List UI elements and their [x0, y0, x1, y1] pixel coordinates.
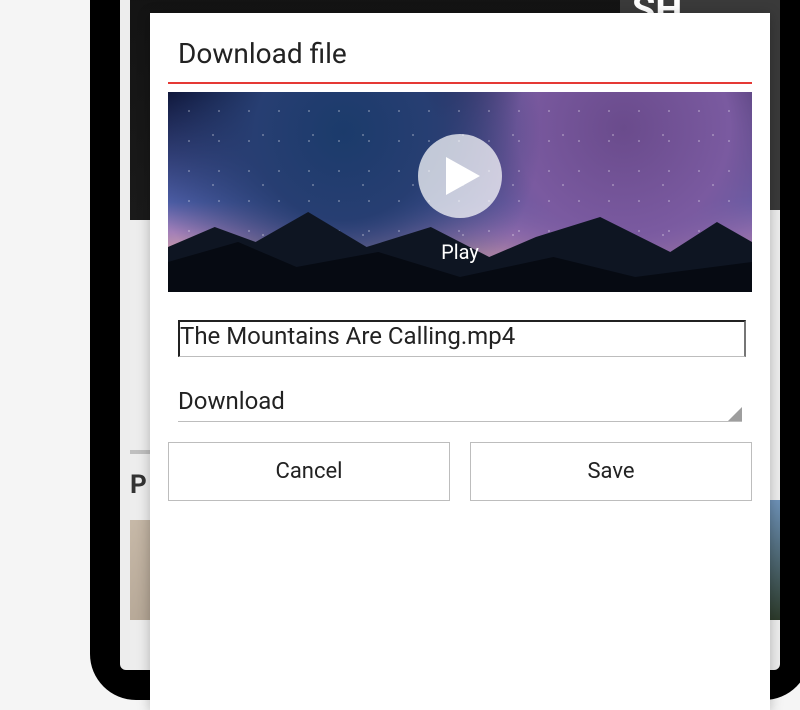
dialog-title: Download file: [150, 13, 770, 82]
destination-select[interactable]: Download: [178, 387, 742, 422]
play-button[interactable]: [418, 134, 502, 218]
download-dialog: Download file Play Download Canc: [150, 13, 770, 710]
play-label: Play: [441, 240, 479, 264]
video-preview[interactable]: Play: [168, 92, 752, 292]
play-icon: [446, 157, 480, 195]
destination-value: Download: [178, 387, 742, 422]
phone-frame: SH 0 er i P OM Download file Play: [90, 0, 800, 700]
dialog-button-row: Cancel Save: [150, 422, 770, 525]
save-button[interactable]: Save: [470, 442, 752, 501]
dropdown-handle-icon: [728, 407, 742, 421]
cancel-button[interactable]: Cancel: [168, 442, 450, 501]
dialog-divider: [168, 82, 752, 84]
filename-input[interactable]: [178, 320, 746, 357]
bg-section-label: P: [130, 470, 147, 500]
